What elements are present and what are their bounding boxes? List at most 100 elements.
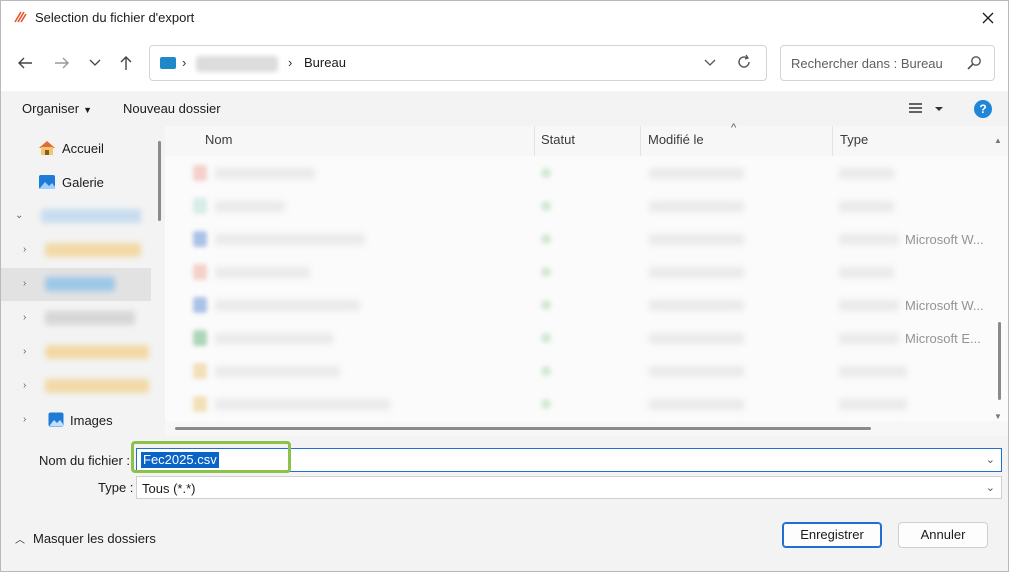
address-dropdown-button[interactable]	[704, 55, 716, 70]
redacted-name	[215, 201, 285, 212]
redacted-type	[839, 300, 899, 311]
column-header-modified[interactable]: Modifié le	[648, 132, 704, 147]
sidebar-item-redacted[interactable]: ⌄	[1, 200, 151, 233]
redacted-type	[839, 168, 894, 179]
redacted-name	[215, 168, 315, 179]
file-icon	[193, 165, 207, 181]
file-type: Microsoft W...	[905, 298, 984, 313]
forward-button[interactable]	[52, 53, 72, 73]
arrow-left-icon	[18, 57, 32, 69]
file-row[interactable]: Microsoft W...	[189, 289, 984, 322]
column-divider[interactable]	[534, 126, 535, 156]
gallery-icon	[39, 175, 55, 189]
redacted-date	[649, 300, 744, 311]
chevron-right-icon: ›	[23, 244, 27, 255]
type-value: Tous (*.*)	[142, 481, 196, 496]
excel-file-icon	[193, 330, 207, 346]
sidebar-scrollbar[interactable]	[158, 141, 161, 221]
horizontal-scrollbar[interactable]	[175, 427, 871, 430]
sidebar-item-images[interactable]: › Images	[1, 404, 151, 437]
redacted-name	[215, 300, 360, 311]
title-bar: Selection du fichier d'export	[1, 1, 1008, 35]
sidebar-item-galerie[interactable]: Galerie	[1, 166, 151, 199]
breadcrumb-separator-icon: ›	[182, 55, 187, 70]
search-placeholder: Rechercher dans : Bureau	[791, 56, 943, 71]
redacted-type	[839, 366, 907, 377]
back-button[interactable]	[15, 53, 35, 73]
redacted-name	[215, 399, 390, 410]
sidebar-item-accueil[interactable]: Accueil	[1, 132, 151, 165]
home-icon	[39, 141, 55, 155]
file-type: Microsoft E...	[905, 331, 981, 346]
refresh-button[interactable]	[736, 54, 752, 73]
breadcrumb-current[interactable]: Bureau	[304, 55, 346, 70]
filename-label: Nom du fichier :	[39, 453, 131, 468]
type-label: Type :	[98, 480, 134, 495]
scroll-up-icon[interactable]: ▲	[994, 136, 1002, 145]
organize-button[interactable]: Organiser ▼	[22, 101, 92, 116]
sidebar-item-redacted[interactable]: ›	[1, 302, 151, 335]
file-row[interactable]	[189, 355, 969, 388]
hide-folders-label: Masquer les dossiers	[33, 531, 156, 546]
hide-folders-button[interactable]: ︿ Masquer les dossiers	[15, 531, 156, 546]
redacted-type	[839, 234, 899, 245]
list-view-icon	[909, 103, 943, 113]
chevron-down-icon	[89, 59, 101, 66]
sidebar-item-redacted[interactable]: ›	[1, 268, 151, 301]
file-row[interactable]	[189, 157, 969, 190]
recent-locations-button[interactable]	[85, 53, 105, 73]
cancel-button[interactable]: Annuler	[898, 522, 988, 548]
caret-down-icon: ▼	[83, 105, 92, 115]
search-box[interactable]: Rechercher dans : Bureau	[780, 45, 995, 81]
redacted-date	[649, 201, 744, 212]
redacted-type	[839, 333, 899, 344]
save-button[interactable]: Enregistrer	[782, 522, 882, 548]
column-divider[interactable]	[640, 126, 641, 156]
navigation-pane: Accueil Galerie ⌄ › › › › › › Images	[1, 126, 153, 436]
sidebar-item-redacted[interactable]: ›	[1, 234, 151, 267]
type-select[interactable]: Tous (*.*) ⌄	[136, 476, 1002, 499]
column-header-status[interactable]: Statut	[541, 132, 575, 147]
file-row[interactable]	[189, 256, 969, 289]
up-button[interactable]	[116, 53, 136, 73]
sort-ascending-icon: ^	[731, 122, 737, 134]
column-header-type[interactable]: Type	[840, 132, 868, 147]
redacted-date	[649, 168, 744, 179]
redacted-date	[649, 399, 744, 410]
file-row[interactable]	[189, 388, 969, 421]
sidebar-item-redacted[interactable]: ›	[1, 370, 151, 403]
column-header-name[interactable]: Nom	[205, 132, 232, 147]
view-options-button[interactable]	[907, 100, 947, 118]
sidebar-item-label: Images	[70, 413, 113, 428]
search-icon[interactable]	[966, 55, 982, 71]
folder-icon	[193, 363, 207, 379]
file-row[interactable]: Microsoft E...	[189, 322, 981, 355]
vertical-scrollbar[interactable]	[998, 322, 1001, 400]
redacted-type	[839, 201, 894, 212]
status-icon	[541, 234, 551, 244]
redacted-label	[45, 379, 149, 393]
redacted-date	[649, 234, 744, 245]
sidebar-item-redacted[interactable]: ›	[1, 336, 151, 369]
help-icon[interactable]: ?	[974, 100, 992, 118]
close-button[interactable]	[968, 1, 1008, 35]
address-bar[interactable]: › › Bureau	[149, 45, 767, 81]
file-row[interactable]	[189, 190, 969, 223]
breadcrumb-separator-icon: ›	[288, 55, 293, 70]
chevron-down-icon[interactable]: ⌄	[986, 481, 995, 494]
chevron-down-icon[interactable]: ⌄	[986, 453, 995, 466]
dialog-footer: ︿ Masquer les dossiers Enregistrer Annule…	[1, 506, 1008, 571]
column-divider[interactable]	[832, 126, 833, 156]
scroll-down-icon[interactable]: ▼	[994, 412, 1002, 421]
redacted-date	[649, 267, 744, 278]
save-dialog: Selection du fichier d'export › › Bureau	[0, 0, 1009, 572]
breadcrumb-redacted[interactable]	[196, 56, 278, 72]
file-form: Nom du fichier : Fec2025.csv ⌄ Type : To…	[1, 436, 1008, 506]
command-bar: Organiser ▼ Nouveau dossier ?	[1, 91, 1008, 126]
status-icon	[541, 399, 551, 409]
status-icon	[541, 168, 551, 178]
new-folder-button[interactable]: Nouveau dossier	[123, 101, 221, 116]
file-row[interactable]: Microsoft W...	[189, 223, 984, 256]
chevron-right-icon: ›	[23, 380, 27, 391]
file-type: Microsoft W...	[905, 232, 984, 247]
